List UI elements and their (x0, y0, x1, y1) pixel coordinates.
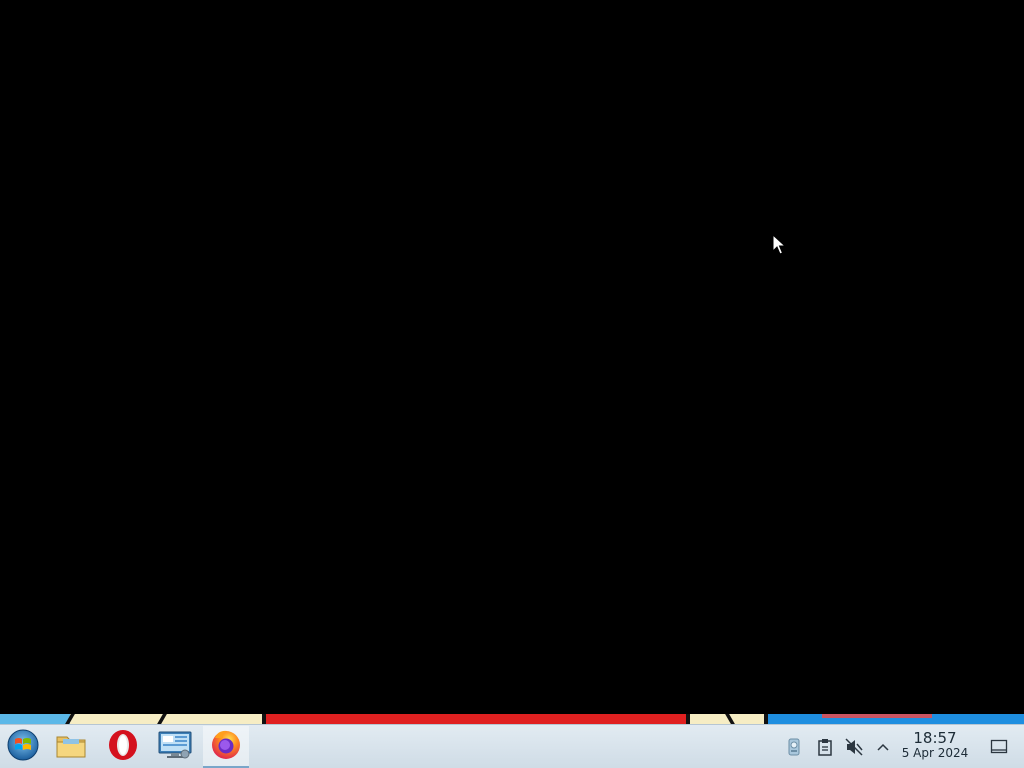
start-orb-icon (6, 728, 40, 766)
folder-icon (55, 731, 87, 763)
wallpaper-strip (0, 714, 1024, 724)
volume-muted-icon[interactable] (844, 737, 864, 757)
taskbar: 18:57 5 Apr 2024 (0, 724, 1024, 768)
desktop-background (0, 0, 1024, 714)
clock-date: 5 Apr 2024 (901, 746, 969, 760)
taskbar-item-file-manager[interactable] (48, 726, 94, 768)
taskbar-item-opera[interactable] (100, 726, 146, 768)
clock-time: 18:57 (913, 729, 957, 747)
taskbar-item-system-settings[interactable] (152, 726, 198, 768)
start-button[interactable] (0, 726, 46, 768)
network-icon[interactable] (784, 737, 804, 757)
monitor-icon (158, 730, 192, 764)
firefox-icon (210, 728, 242, 764)
clipboard-icon[interactable] (815, 737, 835, 757)
show-desktop-icon[interactable] (989, 737, 1009, 757)
tray-clock[interactable]: 18:57 5 Apr 2024 (896, 729, 974, 760)
chevron-up-icon[interactable] (873, 737, 893, 757)
opera-icon (108, 729, 138, 765)
taskbar-item-firefox[interactable] (203, 726, 249, 768)
mouse-cursor-icon (772, 233, 788, 256)
